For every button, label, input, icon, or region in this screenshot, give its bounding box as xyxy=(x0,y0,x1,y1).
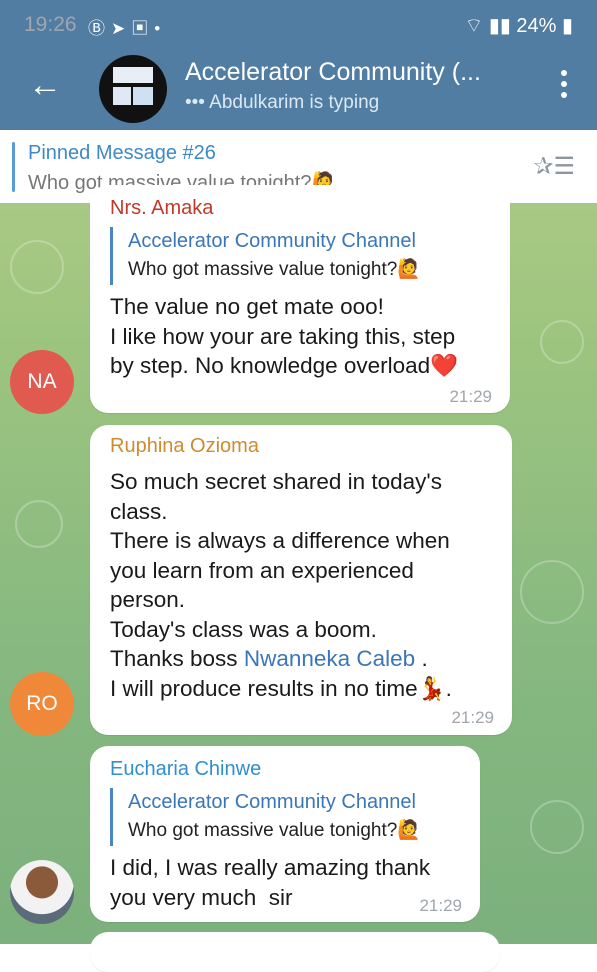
reply-text: Who got massive value tonight?🙋 xyxy=(128,820,421,841)
pinned-title: Pinned Message #26 xyxy=(28,142,216,164)
user-mention-link[interactable]: Nwanneka Caleb xyxy=(244,646,415,671)
battery-level: 24% xyxy=(516,15,557,37)
message-text-part1: So much secret shared in today's class. … xyxy=(110,469,450,671)
reply-quote[interactable]: Accelerator Community Channel Who got ma… xyxy=(110,788,421,846)
message-text: So much secret shared in today's class. … xyxy=(110,467,452,703)
chat-title[interactable]: Accelerator Community (... xyxy=(185,58,481,87)
sender-name: Eucharia Chinwe xyxy=(110,758,262,780)
avatar[interactable]: NA xyxy=(10,350,74,414)
channel-avatar[interactable] xyxy=(99,55,167,123)
typing-status: ••• Abdulkarim is typing xyxy=(185,92,380,113)
message-time: 21:29 xyxy=(419,896,462,915)
signal-icon: ▮▮ xyxy=(488,15,517,37)
message-text: I did, I was really amazing thank you ve… xyxy=(110,855,431,910)
back-arrow-icon[interactable]: ← xyxy=(28,68,62,102)
status-bar: 19:26 Ⓑ➤▣• ⌔ ▮▮ 24% ▮ xyxy=(0,0,597,52)
chat-header: ← Accelerator Community (... ••• Abdulka… xyxy=(0,52,597,130)
sender-name: Nrs. Amaka xyxy=(110,197,214,219)
message-bubble-partial[interactable] xyxy=(90,932,500,972)
reply-text: Who got massive value tonight?🙋 xyxy=(128,259,421,280)
message-text: The value no get mate ooo! I like how yo… xyxy=(110,294,459,378)
notification-icons: Ⓑ➤▣• xyxy=(88,19,167,38)
message-bubble[interactable]: Ruphina Ozioma So much secret shared in … xyxy=(90,425,512,735)
avatar-photo[interactable] xyxy=(10,860,74,924)
message-time: 21:29 xyxy=(451,708,494,727)
sender-name: Ruphina Ozioma xyxy=(110,435,259,457)
message-bubble[interactable]: Nrs. Amaka Accelerator Community Channel… xyxy=(90,185,510,413)
more-options-icon[interactable] xyxy=(561,70,567,103)
message-bubble[interactable]: Eucharia Chinwe Accelerator Community Ch… xyxy=(90,746,480,922)
avatar[interactable]: RO xyxy=(10,672,74,736)
pin-list-icon[interactable]: ✰☰ xyxy=(533,152,575,181)
reply-quote[interactable]: Accelerator Community Channel Who got ma… xyxy=(110,227,421,285)
wifi-icon: ⌔ xyxy=(464,15,489,37)
reply-title: Accelerator Community Channel xyxy=(128,791,416,813)
reply-title: Accelerator Community Channel xyxy=(128,230,416,252)
message-time: 21:29 xyxy=(449,387,492,406)
battery-icon: ▮ xyxy=(556,15,573,37)
status-right: ⌔ ▮▮ 24% ▮ xyxy=(464,13,573,38)
pinned-indicator xyxy=(12,142,15,192)
